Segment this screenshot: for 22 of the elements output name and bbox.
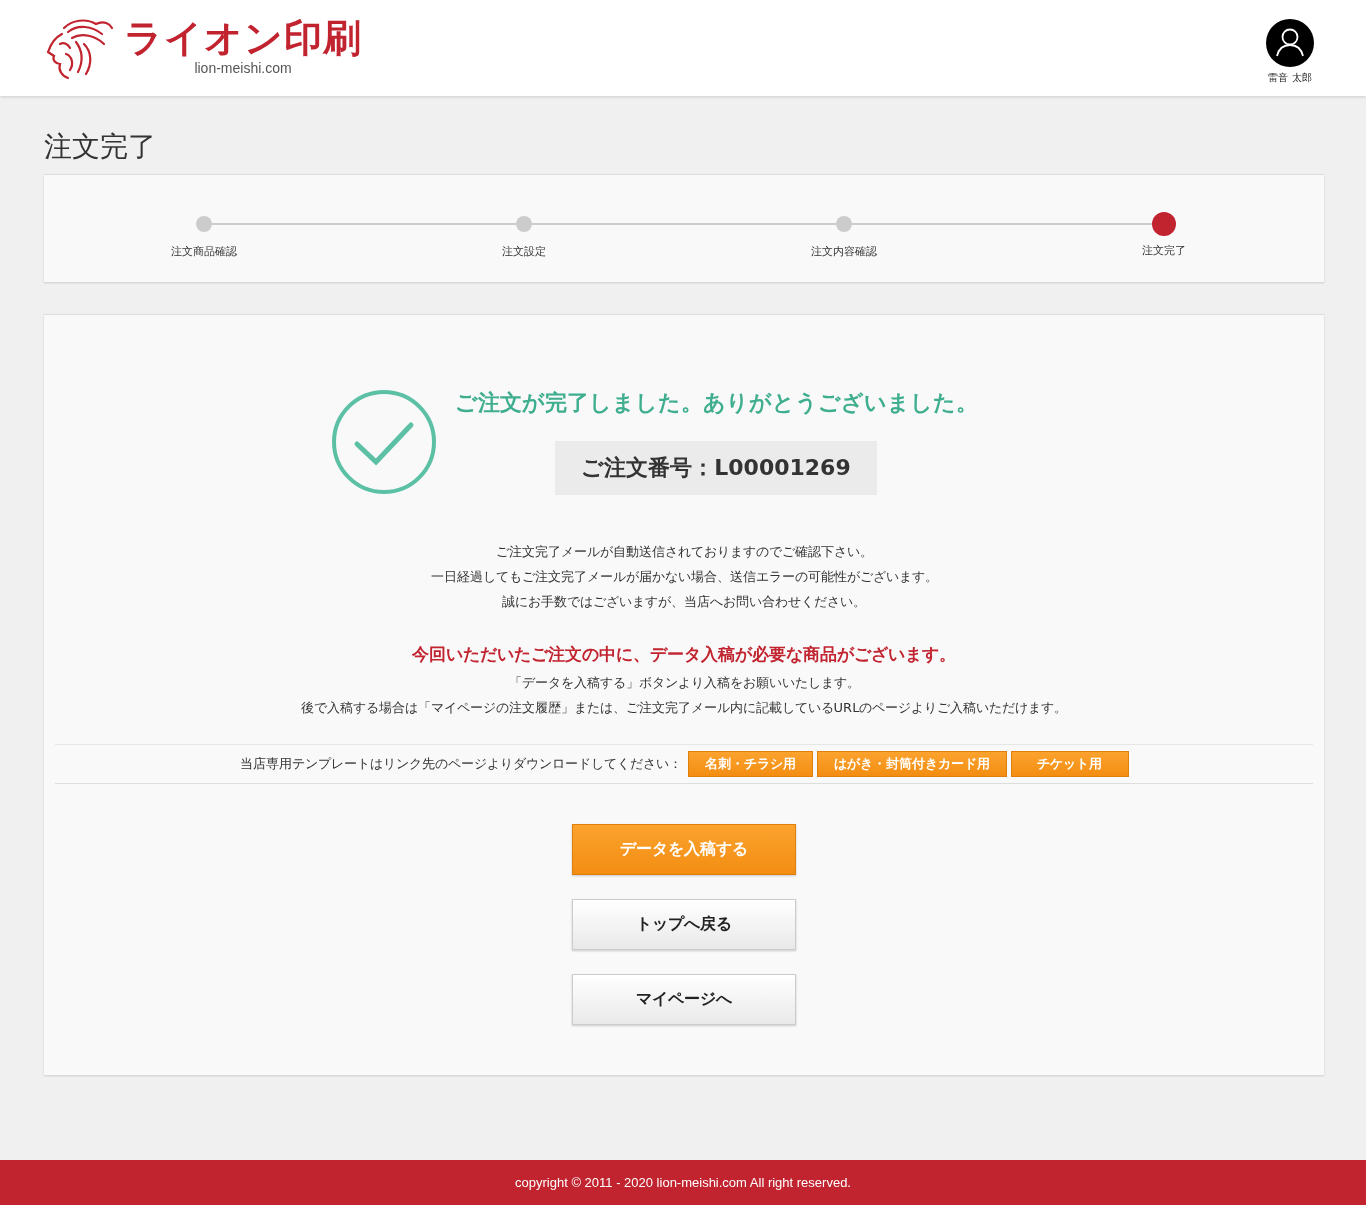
info-text: 一日経過してもご注文完了メールが届かない場合、送信エラーの可能性がございます。 xyxy=(429,568,939,586)
page-title: 注文完了 xyxy=(44,132,157,162)
template-label: 当店専用テンプレートはリンク先のページよりダウンロードしてください： xyxy=(239,755,682,773)
order-number: ご注文番号：L00001269 xyxy=(555,441,877,495)
logo-domain: lion-meishi.com xyxy=(194,60,292,76)
completion-heading: ご注文が完了しました。ありがとうございました。 xyxy=(454,389,978,417)
check-circle-icon xyxy=(330,389,437,495)
info-text: 後で入稿する場合は「マイページの注文履歴」または、ご注文完了メール内に記載しているURLのページよりご入稿いただけます。 xyxy=(299,699,1069,717)
step-label: 注文商品確認 xyxy=(171,244,237,259)
info-text: ご注文完了メールが自動送信されておりますのでご確認下さい。 xyxy=(494,543,874,561)
logo-text[interactable]: ライオン印刷 xyxy=(124,14,362,62)
copyright-text: copyright © 2011 - 2020 lion-meishi.com All right reserved. xyxy=(515,1175,851,1190)
user-name[interactable]: 雷音 太郎 xyxy=(1268,71,1312,85)
step-label: 注文内容確認 xyxy=(811,244,877,259)
step-label: 注文設定 xyxy=(502,244,546,259)
user-avatar-icon[interactable] xyxy=(1266,19,1314,67)
step-label: 注文完了 xyxy=(1142,243,1186,258)
info-text: 「データを入稿する」ボタンより入稿をお願いいたします。 xyxy=(507,674,861,692)
upload-alert-text: 今回いただいたご注文の中に、データ入稿が必要な商品がございます。 xyxy=(411,644,957,666)
action-button[interactable]: マイページへ xyxy=(572,974,796,1025)
info-text: 誠にお手数ではございますが、当店へお問い合わせください。 xyxy=(501,593,867,611)
action-button[interactable]: トップへ戻る xyxy=(572,899,796,950)
